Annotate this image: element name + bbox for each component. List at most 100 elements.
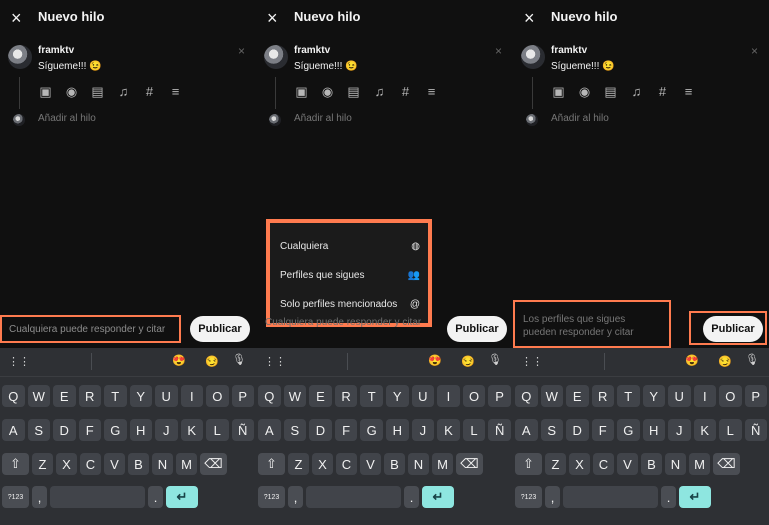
- numbers-key[interactable]: ?123: [258, 486, 285, 508]
- key-u[interactable]: U: [668, 385, 691, 407]
- comma-key[interactable]: ,: [545, 486, 560, 508]
- mic-icon[interactable]: ♫: [628, 83, 645, 100]
- menu-item-mentioned[interactable]: Solo perfiles mencionados @: [280, 295, 420, 313]
- hashtag-icon[interactable]: #: [654, 83, 671, 100]
- dot-key[interactable]: .: [404, 486, 419, 508]
- key-q[interactable]: Q: [515, 385, 538, 407]
- key-m[interactable]: M: [689, 453, 710, 475]
- remove-post-icon[interactable]: ×: [751, 44, 758, 58]
- key-h[interactable]: H: [642, 419, 665, 441]
- key-k[interactable]: K: [437, 419, 460, 441]
- key-c[interactable]: C: [80, 453, 101, 475]
- key-p[interactable]: P: [488, 385, 511, 407]
- key-r[interactable]: R: [78, 385, 101, 407]
- hashtag-icon[interactable]: #: [141, 83, 158, 100]
- key-z[interactable]: Z: [32, 453, 53, 475]
- key-h[interactable]: H: [129, 419, 152, 441]
- key-c[interactable]: C: [593, 453, 614, 475]
- key-e[interactable]: E: [309, 385, 332, 407]
- key-b[interactable]: B: [384, 453, 405, 475]
- key-g[interactable]: G: [617, 419, 640, 441]
- key-s[interactable]: S: [540, 419, 563, 441]
- key-r[interactable]: R: [591, 385, 614, 407]
- microphone-icon[interactable]: 🎙: [745, 353, 759, 366]
- reply-permission-button[interactable]: Cualquiera puede responder y citar: [265, 317, 421, 328]
- thread-text[interactable]: Sígueme!!! 😉: [294, 61, 358, 72]
- remove-post-icon[interactable]: ×: [238, 44, 245, 58]
- key-d[interactable]: D: [566, 419, 589, 441]
- remove-post-icon[interactable]: ×: [495, 44, 502, 58]
- thread-text[interactable]: Sígueme!!! 😉: [551, 61, 615, 72]
- key-g[interactable]: G: [360, 419, 383, 441]
- key-y[interactable]: Y: [129, 385, 152, 407]
- key-j[interactable]: J: [155, 419, 178, 441]
- add-to-thread[interactable]: Añadir al hilo: [294, 113, 352, 124]
- key-o[interactable]: O: [462, 385, 486, 407]
- camera-icon[interactable]: ◉: [576, 83, 593, 100]
- align-icon[interactable]: ≡: [423, 83, 440, 100]
- numbers-key[interactable]: ?123: [2, 486, 29, 508]
- key-e[interactable]: E: [566, 385, 589, 407]
- backspace-key[interactable]: ⌫: [200, 453, 227, 475]
- enter-key[interactable]: ↵: [422, 486, 454, 508]
- key-a[interactable]: A: [515, 419, 538, 441]
- reply-permission-button[interactable]: Cualquiera puede responder y citar: [0, 315, 181, 343]
- camera-icon[interactable]: ◉: [63, 83, 80, 100]
- gallery-icon[interactable]: ▣: [550, 83, 567, 100]
- key-z[interactable]: Z: [288, 453, 309, 475]
- key-f[interactable]: F: [78, 419, 101, 441]
- dot-key[interactable]: .: [148, 486, 163, 508]
- key-d[interactable]: D: [53, 419, 76, 441]
- dot-key[interactable]: .: [661, 486, 676, 508]
- key-r[interactable]: R: [334, 385, 358, 407]
- key-d[interactable]: D: [309, 419, 332, 441]
- enter-key[interactable]: ↵: [679, 486, 711, 508]
- close-icon[interactable]: ×: [524, 8, 535, 29]
- key-i[interactable]: I: [693, 385, 716, 407]
- publish-button[interactable]: Publicar: [190, 316, 250, 342]
- key-x[interactable]: X: [569, 453, 590, 475]
- key-n[interactable]: N: [665, 453, 686, 475]
- grid-icon[interactable]: ⋮⋮: [8, 355, 30, 368]
- key-n-tilde[interactable]: Ñ: [744, 419, 767, 441]
- key-c[interactable]: C: [336, 453, 357, 475]
- key-b[interactable]: B: [641, 453, 662, 475]
- add-to-thread[interactable]: Añadir al hilo: [38, 113, 96, 124]
- space-key[interactable]: [50, 486, 145, 508]
- key-m[interactable]: M: [432, 453, 453, 475]
- backspace-key[interactable]: ⌫: [713, 453, 740, 475]
- microphone-icon[interactable]: 🎙: [488, 353, 502, 366]
- key-s[interactable]: S: [27, 419, 50, 441]
- key-z[interactable]: Z: [545, 453, 566, 475]
- key-o[interactable]: O: [719, 385, 742, 407]
- key-o[interactable]: O: [206, 385, 229, 407]
- mic-icon[interactable]: ♫: [371, 83, 388, 100]
- key-y[interactable]: Y: [642, 385, 665, 407]
- key-u[interactable]: U: [155, 385, 178, 407]
- smirk-icon[interactable]: 😏: [718, 355, 732, 368]
- key-a[interactable]: A: [258, 419, 281, 441]
- mic-icon[interactable]: ♫: [115, 83, 132, 100]
- key-l[interactable]: L: [462, 419, 486, 441]
- comma-key[interactable]: ,: [288, 486, 303, 508]
- numbers-key[interactable]: ?123: [515, 486, 542, 508]
- gallery-icon[interactable]: ▣: [293, 83, 310, 100]
- backspace-key[interactable]: ⌫: [456, 453, 483, 475]
- key-s[interactable]: S: [283, 419, 307, 441]
- grid-icon[interactable]: ⋮⋮: [521, 355, 543, 368]
- reply-permission-button[interactable]: Los perfiles que sigues pueden responder…: [513, 300, 671, 348]
- key-j[interactable]: J: [668, 419, 691, 441]
- publish-button[interactable]: Publicar: [447, 316, 507, 342]
- gallery-icon[interactable]: ▣: [37, 83, 54, 100]
- key-p[interactable]: P: [744, 385, 767, 407]
- heart-eyes-icon[interactable]: 😍: [428, 354, 442, 367]
- key-n[interactable]: N: [152, 453, 173, 475]
- key-f[interactable]: F: [334, 419, 358, 441]
- key-t[interactable]: T: [617, 385, 640, 407]
- key-i[interactable]: I: [437, 385, 460, 407]
- key-g[interactable]: G: [104, 419, 127, 441]
- heart-eyes-icon[interactable]: 😍: [172, 354, 186, 367]
- gif-icon[interactable]: ▤: [602, 83, 619, 100]
- align-icon[interactable]: ≡: [680, 83, 697, 100]
- shift-key[interactable]: ⇧: [258, 453, 285, 475]
